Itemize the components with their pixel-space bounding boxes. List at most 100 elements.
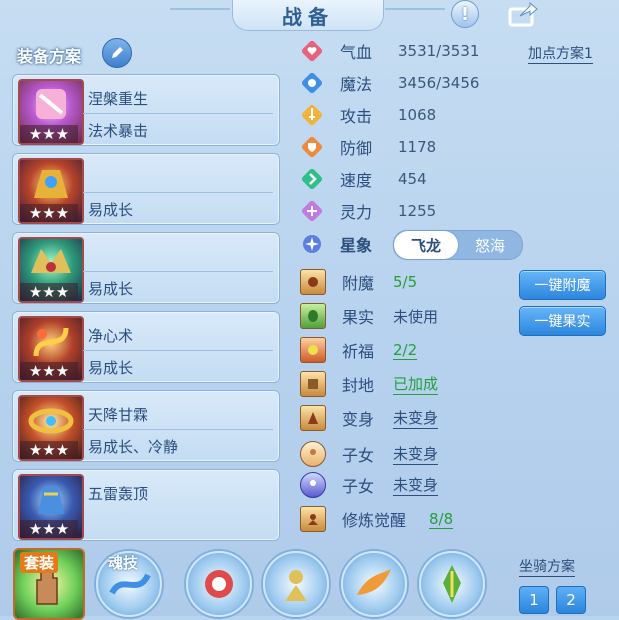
transform-icon <box>300 405 326 431</box>
star-rating: ★★★ <box>20 283 78 301</box>
equipment-card[interactable]: ★★★ 五雷轰顶 <box>12 469 280 541</box>
extra-row-child-1: 子女 未变身 <box>300 441 439 467</box>
equipment-skill: 易成长、冷静 <box>88 438 179 456</box>
equipment-icon: ★★★ <box>18 474 84 540</box>
equipment-skill: 易成长 <box>88 201 134 219</box>
stat-row-spirit: 灵力 1255 <box>300 199 436 223</box>
extra-label: 修炼觉醒 <box>342 511 407 530</box>
extra-label: 变身 <box>342 410 375 429</box>
equipment-skill: 易成长 <box>88 359 134 377</box>
stat-label: 速度 <box>340 171 373 190</box>
fruit-icon <box>300 303 326 329</box>
extra-value[interactable]: 未变身 <box>393 407 439 429</box>
constellation-option-feilong[interactable]: 飞龙 <box>394 231 458 259</box>
equipment-card[interactable]: ★★★ 净心术 易成长 <box>12 311 280 383</box>
extra-row-fief: 封地 已加成 <box>300 371 439 397</box>
extra-label: 子女 <box>342 446 375 465</box>
equipment-skill: 易成长 <box>88 280 134 298</box>
title-decoration-left <box>170 8 230 24</box>
stat-label: 灵力 <box>340 203 373 222</box>
extra-row-fruit: 果实 未使用 <box>300 303 438 329</box>
one-click-fruit-button[interactable]: 一键果实 <box>519 306 606 336</box>
mount-plan-1-button[interactable]: 1 <box>519 586 549 614</box>
extra-row-blessing: 祈福 2/2 <box>300 337 418 363</box>
speed-icon <box>300 167 324 191</box>
skill-icon-4 <box>443 565 461 603</box>
enchant-icon <box>300 269 326 295</box>
mount-plan-label[interactable]: 坐骑方案 <box>519 556 575 577</box>
equipment-skill: 法术暴击 <box>88 122 149 140</box>
sword-icon <box>300 103 324 127</box>
star-rating: ★★★ <box>20 520 78 538</box>
point-plan-link[interactable]: 加点方案1 <box>528 43 593 64</box>
extra-value: 未使用 <box>393 307 439 326</box>
equipment-card[interactable]: ★★★ 易成长 <box>12 153 280 225</box>
title-bar: 战备 <box>232 0 384 31</box>
help-button[interactable]: ! <box>450 0 480 28</box>
constellation-label: 星象 <box>340 236 373 255</box>
equipment-card[interactable]: ★★★ 涅槃重生 法术暴击 <box>12 74 280 146</box>
skill-slot-4[interactable] <box>419 551 485 617</box>
pencil-icon <box>112 47 123 58</box>
extra-value[interactable]: 2/2 <box>393 341 418 360</box>
edit-plan-button[interactable] <box>102 38 132 68</box>
extra-value[interactable]: 未变身 <box>393 443 439 465</box>
skill-slot-2[interactable] <box>263 551 329 617</box>
stat-label: 魔法 <box>340 75 373 94</box>
extra-row-enchant: 附魔 5/5 <box>300 269 417 295</box>
exclamation-icon: ! <box>451 0 479 28</box>
one-click-enchant-button[interactable]: 一键附魔 <box>519 270 606 300</box>
star-rating: ★★★ <box>20 362 78 380</box>
equipment-name: 净心术 <box>88 327 134 345</box>
extra-row-transform: 变身 未变身 <box>300 405 439 431</box>
extra-label: 附魔 <box>342 274 375 293</box>
suit-label: 套装 <box>20 552 59 573</box>
equipment-plan-label: 装备方案 <box>17 47 82 66</box>
fief-icon <box>300 371 326 397</box>
divider <box>83 429 273 430</box>
skill-slot-3[interactable] <box>341 551 407 617</box>
stat-label: 攻击 <box>340 107 373 126</box>
extra-row-child-2: 子女 未变身 <box>300 472 439 498</box>
stat-value: 3456/3456 <box>398 74 480 92</box>
equipment-card[interactable]: ★★★ 天降甘霖 易成长、冷静 <box>12 390 280 462</box>
stat-label: 防御 <box>340 139 373 158</box>
skill-icon-1 <box>205 570 233 598</box>
divider <box>83 192 273 193</box>
equipment-icon: ★★★ <box>18 158 84 224</box>
star-rating: ★★★ <box>20 125 78 143</box>
child-icon <box>300 441 326 467</box>
extra-value[interactable]: 8/8 <box>429 510 454 529</box>
extra-value: 5/5 <box>393 273 418 291</box>
skill-slot-1[interactable] <box>186 551 252 617</box>
equipment-icon: ★★★ <box>18 316 84 382</box>
stat-row-hp: 气血 3531/3531 <box>300 39 479 63</box>
constellation-toggle: 飞龙 怒海 <box>393 230 523 260</box>
blessing-icon <box>300 337 326 363</box>
extra-label: 封地 <box>342 376 375 395</box>
equipment-card[interactable]: ★★★ 易成长 <box>12 232 280 304</box>
star-icon <box>300 232 324 256</box>
divider <box>83 350 273 351</box>
stat-value: 1255 <box>398 202 437 220</box>
extra-label: 祈福 <box>342 342 375 361</box>
mount-plan-2-button[interactable]: 2 <box>556 586 586 614</box>
extra-label: 子女 <box>342 477 375 496</box>
extra-value[interactable]: 已加成 <box>393 373 439 395</box>
stat-row-mp: 魔法 3456/3456 <box>300 71 479 95</box>
child-icon <box>300 472 326 498</box>
stat-value: 1068 <box>398 106 437 124</box>
star-rating: ★★★ <box>20 441 78 459</box>
page-title: 战备 <box>282 4 334 29</box>
stat-value: 454 <box>398 170 427 188</box>
shield-icon <box>300 135 324 159</box>
spirit-icon <box>300 199 324 223</box>
share-button[interactable] <box>508 0 538 28</box>
extra-value[interactable]: 未变身 <box>393 474 439 496</box>
stat-row-attack: 攻击 1068 <box>300 103 436 127</box>
constellation-option-nuhai[interactable]: 怒海 <box>458 231 522 259</box>
soul-skill-label: 魂技 <box>108 554 139 572</box>
equipment-icon: ★★★ <box>18 237 84 303</box>
stat-row-defense: 防御 1178 <box>300 135 436 159</box>
skill-icon-2 <box>285 570 307 601</box>
